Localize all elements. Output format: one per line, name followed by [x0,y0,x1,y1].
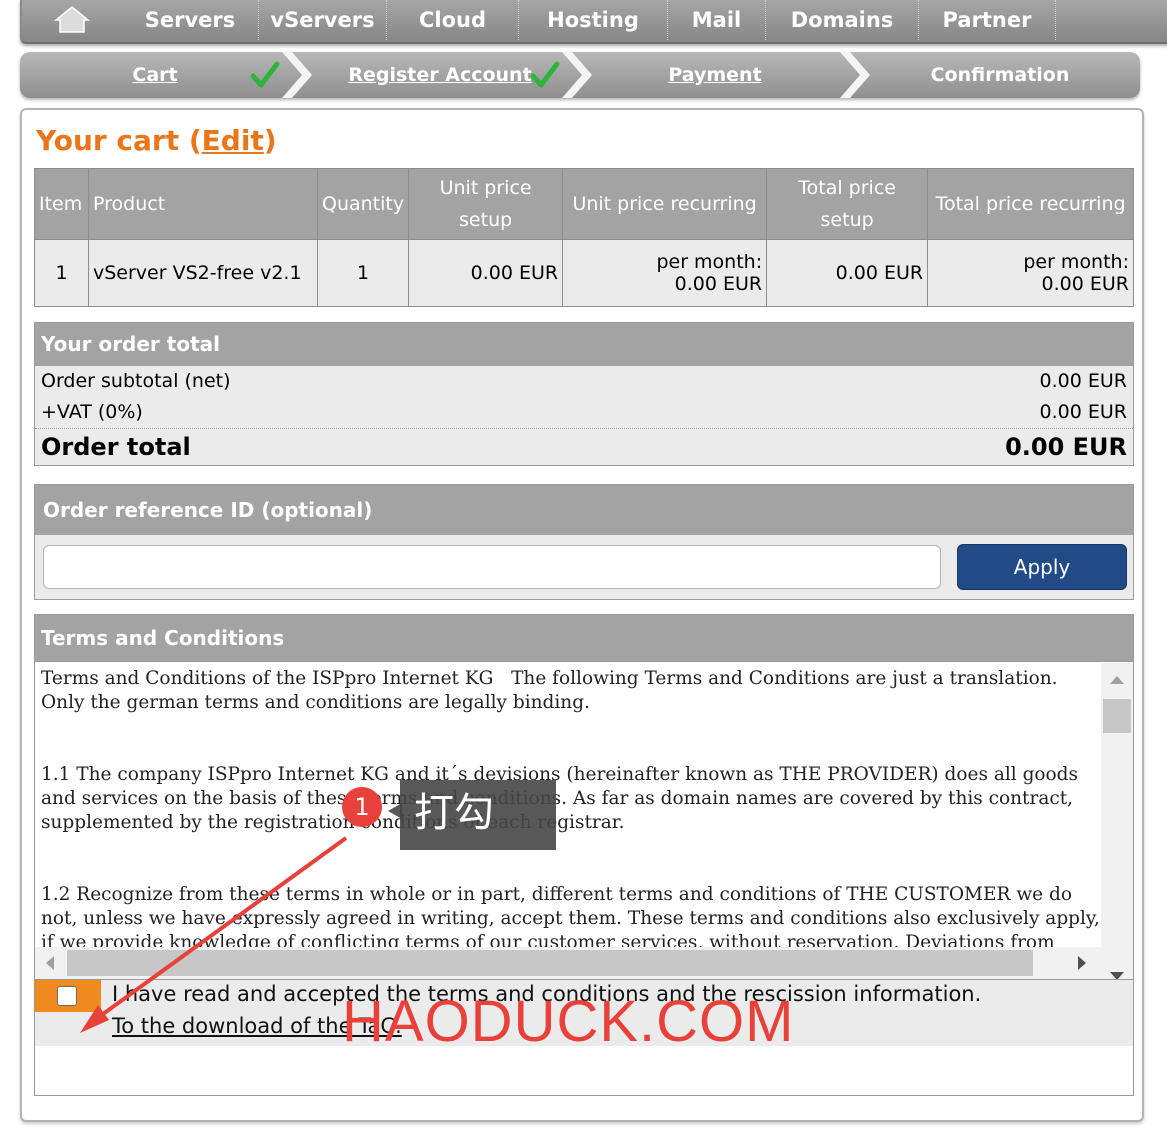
nav-item-cloud[interactable]: Cloud [387,0,519,40]
nav-item-vservers[interactable]: vServers [259,0,387,40]
nav-item-servers[interactable]: Servers [122,0,259,40]
cell-product: vServer VS2-free v2.1 [88,239,318,307]
vat-value: 0.00 EUR [1039,401,1127,423]
annotation-step-badge: 1 [342,787,382,827]
column-header: Total price recurring [927,168,1134,240]
order-reference-box: Order reference ID (optional) Apply [34,484,1134,600]
accept-checkbox-highlight [35,980,101,1012]
nav-item-partner[interactable]: Partner [919,0,1056,40]
cell-quantity: 1 [316,239,410,307]
vat-row: +VAT (0%) 0.00 EUR [35,397,1133,428]
cart-table: Item Product Quantity Unit price setup U… [34,168,1134,307]
terms-heading: Terms and Conditions [35,615,1133,662]
checkout-panel: Your cart (Edit) Item Product Quantity U… [20,108,1144,1122]
per-month-label: per month: [1023,251,1129,273]
step-separator [840,52,870,98]
cart-title-text: Your cart [36,124,180,157]
cell-item: 1 [34,239,89,307]
order-total-value: 0.00 EUR [1005,433,1127,461]
column-header: Product [88,168,318,240]
apply-button[interactable]: Apply [957,544,1127,590]
column-header: Total price setup [766,168,929,240]
step-separator [562,52,592,98]
subtotal-label: Order subtotal (net) [41,370,231,392]
order-reference-heading: Order reference ID (optional) [35,485,1133,535]
cell-total-setup: 0.00 EUR [766,239,929,307]
cell-total-recurring: per month: 0.00 EUR [927,239,1134,307]
cell-unit-recurring: per month: 0.00 EUR [562,239,768,307]
step-cart[interactable]: Cart [80,52,230,98]
checkout-steps: Cart Register Account Payment Confirmati… [20,52,1140,98]
cart-title: Your cart (Edit) [36,124,277,157]
edit-cart-link[interactable]: Edit [202,124,264,157]
tooltip-pointer [388,803,402,819]
scroll-thumb[interactable] [1103,699,1131,733]
subtotal-row: Order subtotal (net) 0.00 EUR [35,366,1133,397]
order-total-row: Order total 0.00 EUR [35,428,1133,465]
column-header: Item [34,168,89,240]
order-total-label: Order total [41,433,191,461]
unit-recurring-value: 0.00 EUR [674,273,763,295]
scroll-right-arrow-icon[interactable] [1077,955,1087,971]
annotation-tooltip: 打勾 [400,780,556,850]
total-recurring-value: 0.00 EUR [1041,273,1129,295]
column-header: Quantity [316,168,410,240]
subtotal-value: 0.00 EUR [1039,370,1127,392]
terms-text-area[interactable]: Terms and Conditions of the ISPpro Inter… [35,663,1103,947]
home-icon[interactable] [54,5,90,33]
column-header: Unit price recurring [562,168,768,240]
check-icon [250,61,280,88]
accept-terms-checkbox[interactable] [57,986,77,1006]
cell-unit-setup: 0.00 EUR [408,239,564,307]
order-total-box: Your order total Order subtotal (net) 0.… [34,322,1134,466]
horizontal-scroll-thumb[interactable] [67,950,1033,976]
nav-item-hosting[interactable]: Hosting [519,0,668,40]
step-register-account[interactable]: Register Account [330,52,550,98]
top-navigation: Servers vServers Cloud Hosting Mail Doma… [20,0,1167,44]
order-total-heading: Your order total [35,323,1133,366]
step-payment[interactable]: Payment [620,52,810,98]
vertical-scrollbar[interactable] [1101,663,1133,993]
scroll-left-arrow-icon[interactable] [45,955,55,971]
per-month-label: per month: [656,251,763,273]
scroll-up-arrow-icon[interactable] [1109,675,1125,685]
horizontal-scrollbar[interactable] [35,947,1101,979]
nav-item-domains[interactable]: Domains [766,0,919,40]
table-header-row: Item Product Quantity Unit price setup U… [34,168,1134,240]
table-row: 1 vServer VS2-free v2.1 1 0.00 EUR per m… [34,239,1134,307]
vat-label: +VAT (0%) [41,401,143,423]
nav-item-mail[interactable]: Mail [668,0,766,40]
step-separator [282,52,312,98]
step-confirmation: Confirmation [930,64,1070,86]
watermark: HAODUCK.COM [342,989,795,1054]
order-reference-input[interactable] [43,545,941,589]
check-icon [530,61,560,88]
column-header: Unit price setup [408,168,564,240]
